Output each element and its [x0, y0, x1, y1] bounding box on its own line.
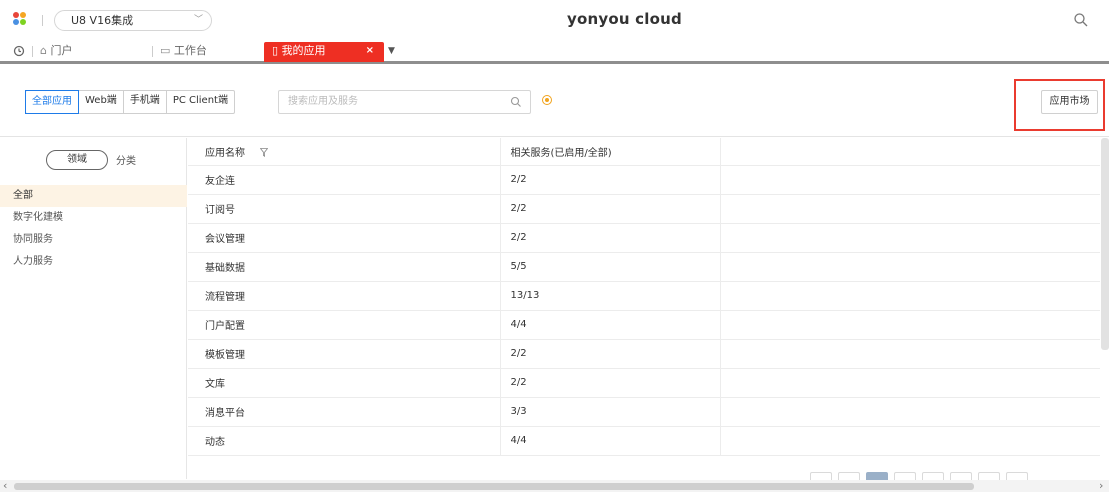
cell-services: 2/2 [500, 194, 721, 224]
divider [152, 46, 153, 57]
chevron-down-icon: ﹀ [193, 15, 203, 25]
tab-label: 工作台 [173, 44, 207, 57]
cell-app-name[interactable]: 动态 [188, 426, 501, 456]
tab-workbench[interactable]: ▭ 工作台 [160, 42, 207, 62]
scroll-thumb[interactable] [14, 483, 974, 490]
clock-icon[interactable] [13, 45, 25, 57]
cell-app-name[interactable]: 流程管理 [188, 281, 501, 311]
cell-empty [720, 194, 1100, 224]
cell-app-name[interactable]: 友企连 [188, 165, 501, 195]
tab-label: 门户 [50, 44, 73, 57]
cell-empty [720, 397, 1100, 427]
table-row[interactable]: 动态 4/4 [188, 426, 1100, 456]
scroll-right-icon[interactable]: › [1099, 479, 1103, 492]
cell-services: 2/2 [500, 368, 721, 398]
vertical-scrollbar[interactable] [1101, 138, 1109, 350]
cell-app-name[interactable]: 文库 [188, 368, 501, 398]
search-placeholder: 搜索应用及服务 [288, 96, 358, 107]
document-icon: ▯ [272, 44, 279, 57]
tenant-selector[interactable]: U8 V16集成 ﹀ [54, 10, 212, 31]
cell-empty [720, 368, 1100, 398]
tenant-label: U8 V16集成 [71, 14, 134, 27]
column-header-empty [720, 138, 1100, 166]
home-icon: ⌂ [40, 44, 47, 57]
search-icon[interactable] [510, 96, 522, 108]
table-row[interactable]: 流程管理 13/13 [188, 281, 1100, 311]
cell-empty [720, 165, 1100, 195]
sidebar-item-hr[interactable]: 人力服务 [0, 251, 187, 273]
platform-filter: 全部应用 Web端 手机端 PC Client端 [25, 90, 235, 114]
cell-app-name[interactable]: 会议管理 [188, 223, 501, 253]
sidebar: 领域 分类 全部 数字化建模 协同服务 人力服务 [0, 138, 187, 479]
cell-empty [720, 252, 1100, 282]
cell-services: 13/13 [500, 281, 721, 311]
table-row[interactable]: 会议管理 2/2 [188, 223, 1100, 253]
segment-all-apps[interactable]: 全部应用 [25, 90, 79, 114]
tab-my-apps[interactable]: ▯ 我的应用 × [264, 42, 384, 62]
cell-app-name[interactable]: 订阅号 [188, 194, 501, 224]
tab-bar: ⌂ 门户 ▭ 工作台 ▯ 我的应用 × ▼ [0, 40, 1109, 64]
segment-mobile[interactable]: 手机端 [124, 91, 167, 113]
yonyou-logo-icon [13, 12, 33, 26]
table-row[interactable]: 文库 2/2 [188, 368, 1100, 398]
cell-services: 4/4 [500, 426, 721, 456]
table-row[interactable]: 友企连 2/2 [188, 165, 1100, 195]
cell-services: 4/4 [500, 310, 721, 340]
cell-services: 2/2 [500, 339, 721, 369]
cell-app-name[interactable]: 门户配置 [188, 310, 501, 340]
tab-portal[interactable]: ⌂ 门户 [40, 42, 72, 62]
search-input[interactable]: 搜索应用及服务 [278, 90, 531, 114]
info-icon[interactable] [542, 95, 552, 105]
horizontal-scrollbar[interactable]: ‹ › [0, 479, 1109, 492]
filter-icon[interactable] [260, 148, 269, 158]
monitor-icon: ▭ [160, 44, 171, 57]
cell-services: 5/5 [500, 252, 721, 282]
tab-label: 我的应用 [281, 44, 326, 57]
cell-app-name[interactable]: 模板管理 [188, 339, 501, 369]
column-header-services[interactable]: 相关服务(已启用/全部) [500, 138, 721, 166]
search-icon[interactable] [1073, 12, 1089, 28]
cell-empty [720, 281, 1100, 311]
cell-empty [720, 339, 1100, 369]
table-row[interactable]: 模板管理 2/2 [188, 339, 1100, 369]
caret-down-icon[interactable]: ▼ [388, 42, 395, 62]
toggle-domain[interactable]: 领域 [46, 150, 108, 170]
table-header-row: 应用名称 相关服务(已启用/全部) [188, 138, 1100, 166]
scroll-left-icon[interactable]: ‹ [3, 479, 7, 492]
cell-empty [720, 310, 1100, 340]
close-icon[interactable]: × [366, 42, 374, 60]
sidebar-item-collaboration[interactable]: 协同服务 [0, 229, 187, 251]
table-row[interactable]: 基础数据 5/5 [188, 252, 1100, 282]
filter-bar: 全部应用 Web端 手机端 PC Client端 搜索应用及服务 应用市场 [0, 67, 1109, 137]
cell-services: 2/2 [500, 165, 721, 195]
brand-title: yonyou cloud [567, 10, 682, 28]
segment-pc-client[interactable]: PC Client端 [167, 91, 234, 113]
header-label: 应用名称 [205, 147, 245, 159]
cell-app-name[interactable]: 消息平台 [188, 397, 501, 427]
cell-app-name[interactable]: 基础数据 [188, 252, 501, 282]
sidebar-item-all[interactable]: 全部 [0, 185, 187, 207]
table-row[interactable]: 订阅号 2/2 [188, 194, 1100, 224]
toggle-category[interactable]: 分类 [116, 152, 136, 167]
top-bar: U8 V16集成 ﹀ yonyou cloud [0, 0, 1109, 40]
table-row[interactable]: 门户配置 4/4 [188, 310, 1100, 340]
sidebar-item-digital-modeling[interactable]: 数字化建模 [0, 207, 187, 229]
segment-web[interactable]: Web端 [79, 91, 124, 113]
app-market-button[interactable]: 应用市场 [1041, 90, 1098, 114]
table-row[interactable]: 消息平台 3/3 [188, 397, 1100, 427]
cell-services: 3/3 [500, 397, 721, 427]
cell-empty [720, 426, 1100, 456]
divider [32, 46, 33, 57]
app-table: 应用名称 相关服务(已启用/全部) 友企连 2/2 订阅号 2/2 会议管理 2/2 基础数… [188, 138, 1100, 458]
cell-empty [720, 223, 1100, 253]
divider [42, 15, 43, 26]
cell-services: 2/2 [500, 223, 721, 253]
column-header-app-name[interactable]: 应用名称 [188, 138, 501, 166]
